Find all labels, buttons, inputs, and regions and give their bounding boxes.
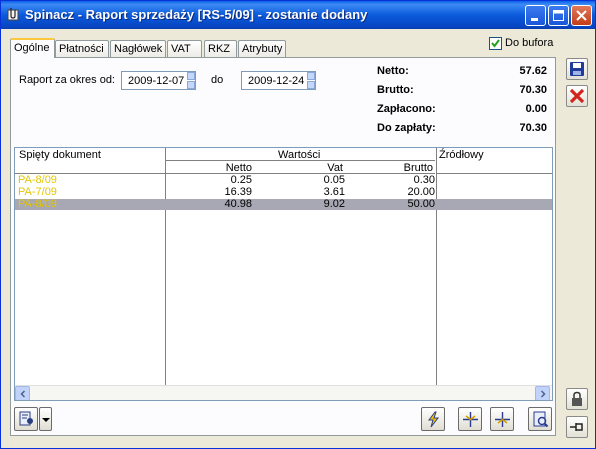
- sub-header-brutto: Brutto: [403, 162, 433, 174]
- cell-brutto: 20.00: [407, 186, 435, 198]
- magnifier-icon: [533, 411, 549, 428]
- lock-button[interactable]: [566, 388, 588, 410]
- lock-icon: [572, 391, 582, 406]
- period-from-label: Raport za okres od:: [19, 74, 115, 86]
- chevron-down-icon: [42, 418, 50, 422]
- attach-button[interactable]: [458, 407, 482, 431]
- cell-vat: 9.02: [323, 198, 345, 210]
- save-button[interactable]: [566, 58, 588, 80]
- lightning-icon: [428, 411, 440, 428]
- date-to-input[interactable]: 2009-12-24: [241, 71, 316, 90]
- attach-icon: [463, 412, 478, 427]
- tab-ogolne[interactable]: Ogólne: [10, 38, 55, 58]
- documents-grid[interactable]: Spięty dokument Wartości Netto Vat Brutt…: [14, 147, 553, 401]
- brutto-label: Brutto:: [377, 84, 414, 96]
- title-bar[interactable]: Spinacz - Raport sprzedaży [RS-5/09] - z…: [1, 1, 595, 29]
- do-zaplaty-label: Do zapłaty:: [377, 122, 436, 134]
- close-button[interactable]: [571, 5, 592, 26]
- netto-value: 57.62: [519, 65, 547, 77]
- cell-netto: 0.25: [230, 174, 252, 186]
- minimize-icon: [531, 18, 538, 21]
- date-from-spinner[interactable]: [187, 72, 195, 89]
- detach-icon: [495, 412, 510, 427]
- detach-button[interactable]: [490, 407, 514, 431]
- window: Spinacz - Raport sprzedaży [RS-5/09] - z…: [0, 0, 596, 449]
- bufor-label: Do bufora: [505, 37, 554, 49]
- cell-doc[interactable]: PA-8/09: [18, 175, 57, 186]
- tab-platnosci[interactable]: Płatności: [55, 40, 109, 57]
- zaplacono-label: Zapłacono:: [377, 103, 436, 115]
- sub-header-netto: Netto: [225, 162, 252, 174]
- close-icon: [576, 10, 587, 21]
- document-menu-button[interactable]: [14, 407, 38, 431]
- cell-doc[interactable]: PA-8/09: [18, 199, 57, 210]
- table-row[interactable]: PA-7/09 16.39 3.61 20.00: [15, 187, 552, 198]
- pin-icon: [570, 423, 583, 431]
- pin-button[interactable]: [566, 416, 588, 438]
- bufor-check-box[interactable]: [489, 37, 502, 50]
- date-to-value: 2009-12-24: [248, 75, 305, 87]
- period-to-label: do: [211, 74, 224, 86]
- save-icon: [570, 62, 584, 76]
- minimize-button[interactable]: [525, 5, 546, 26]
- header-divider: [165, 160, 435, 161]
- col-header-source[interactable]: Źródłowy: [436, 148, 552, 174]
- tab-rkz[interactable]: RKZ: [204, 40, 237, 57]
- cell-netto: 16.39: [224, 186, 252, 198]
- maximize-button[interactable]: [548, 5, 569, 26]
- arrow-left-icon: [20, 390, 26, 398]
- horizontal-scrollbar[interactable]: [15, 385, 552, 400]
- netto-label: Netto:: [377, 65, 409, 77]
- cancel-icon: [569, 88, 585, 104]
- tab-atrybuty[interactable]: Atrybuty: [238, 40, 286, 57]
- brutto-value: 70.30: [519, 84, 547, 96]
- date-to-spinner[interactable]: [307, 72, 315, 89]
- cell-vat: 0.05: [323, 174, 345, 186]
- table-row-selected[interactable]: PA-8/09 40.98 9.02 50.00: [15, 199, 552, 210]
- scroll-left-button[interactable]: [15, 386, 30, 400]
- lightning-button[interactable]: [421, 407, 445, 431]
- zaplacono-value: 0.00: [525, 103, 547, 115]
- cell-netto: 40.98: [224, 198, 252, 210]
- cancel-button[interactable]: [566, 85, 588, 107]
- arrow-right-icon: [540, 390, 546, 398]
- sub-header-vat: Vat: [327, 162, 343, 174]
- table-row[interactable]: PA-8/09 0.25 0.05 0.30: [15, 175, 552, 186]
- checkmark-icon: [491, 39, 500, 48]
- cell-vat: 3.61: [323, 186, 345, 198]
- tab-naglowek[interactable]: Nagłówek: [110, 40, 166, 57]
- cell-brutto: 0.30: [413, 174, 435, 186]
- col-header-doc[interactable]: Spięty dokument: [15, 148, 165, 174]
- date-from-value: 2009-12-07: [128, 75, 185, 87]
- cell-brutto: 50.00: [407, 198, 435, 210]
- document-user-icon: [19, 411, 33, 426]
- scroll-right-button[interactable]: [535, 386, 550, 400]
- window-title: Spinacz - Raport sprzedaży [RS-5/09] - z…: [25, 7, 368, 22]
- col-header-values[interactable]: Wartości Netto Vat Brutto: [165, 148, 435, 174]
- cell-doc[interactable]: PA-7/09: [18, 187, 57, 198]
- maximize-icon: [553, 10, 564, 21]
- do-zaplaty-value: 70.30: [519, 122, 547, 134]
- document-menu-dropdown[interactable]: [39, 407, 52, 431]
- date-from-input[interactable]: 2009-12-07: [121, 71, 196, 90]
- paperclip-icon: [7, 8, 19, 21]
- tab-vat[interactable]: VAT: [167, 40, 202, 57]
- preview-button[interactable]: [528, 407, 552, 431]
